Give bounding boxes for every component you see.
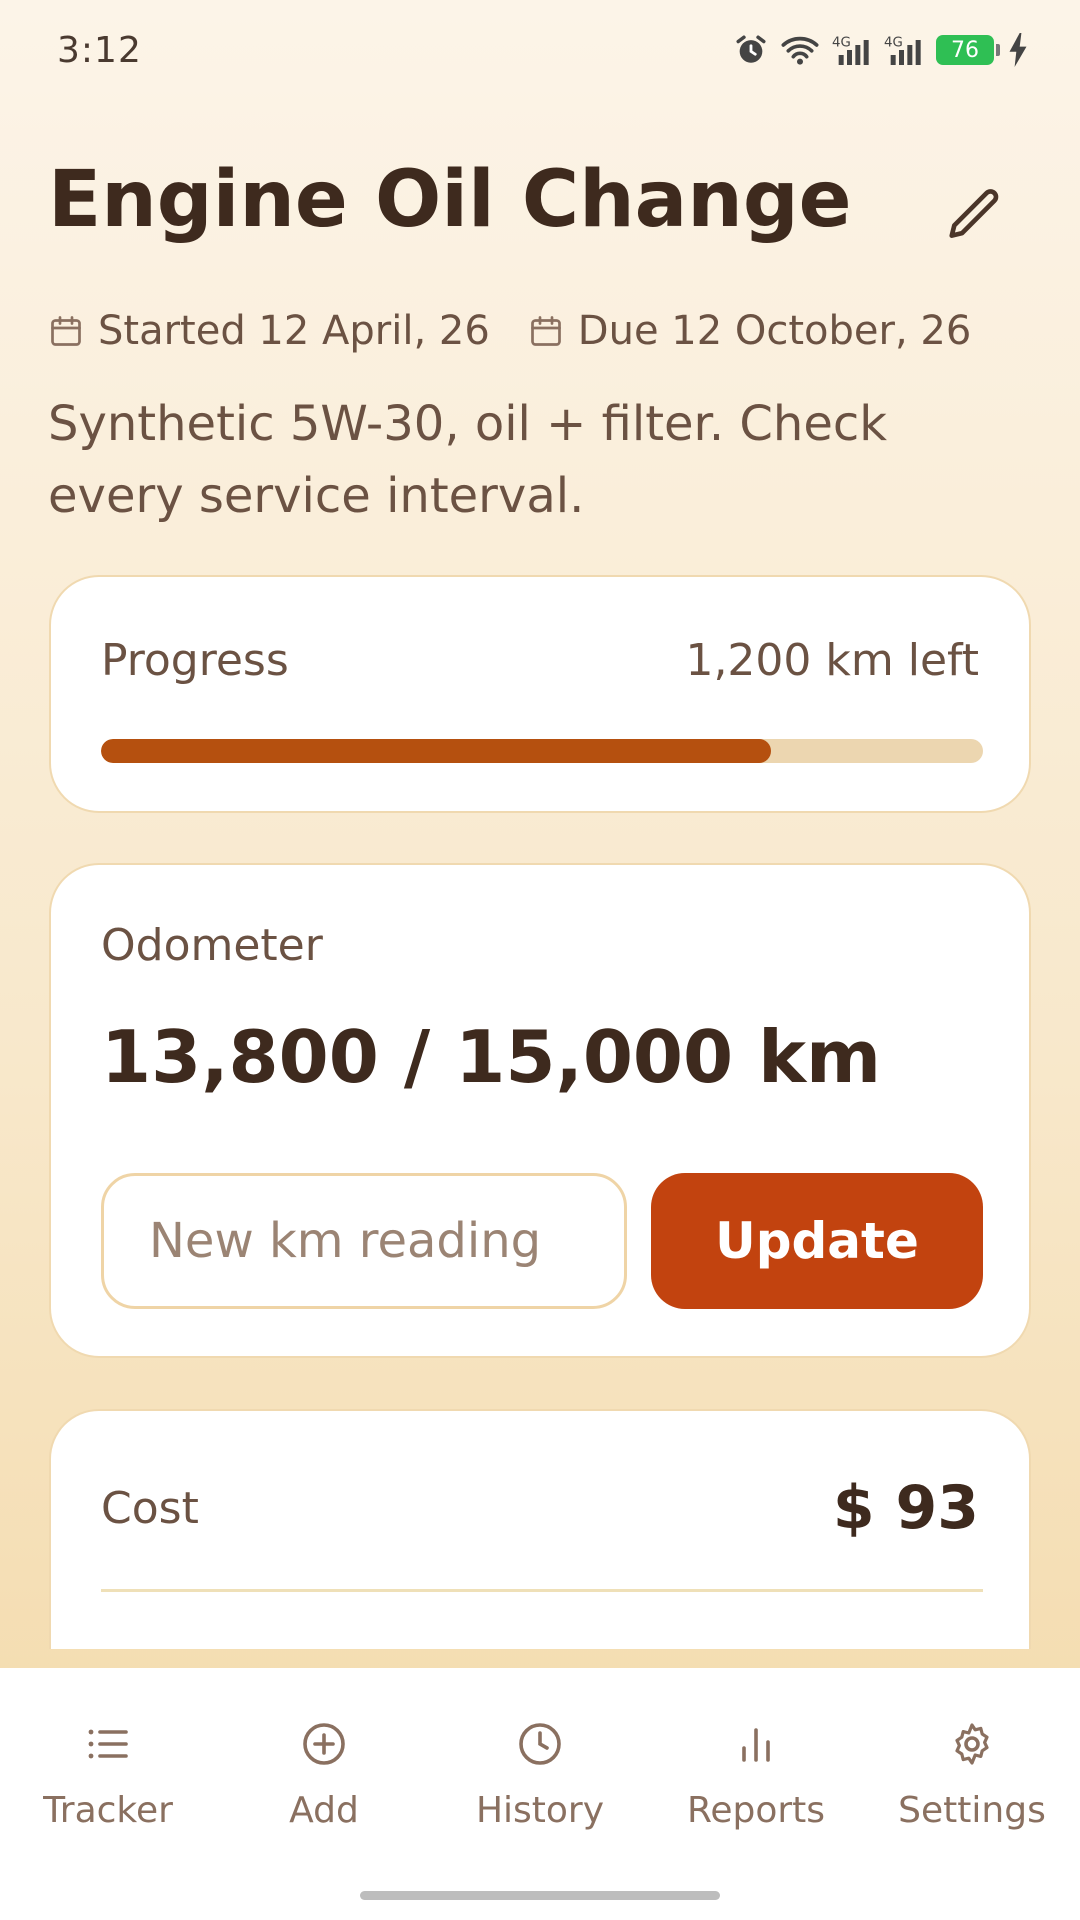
due-date: Due 12 October, 26 <box>528 308 972 354</box>
bottom-nav: Tracker Add History Reports Settings <box>0 1668 1080 1920</box>
cost-row: Cost $ 93 <box>101 1473 979 1543</box>
nav-label: Tracker <box>43 1790 173 1831</box>
update-button[interactable]: Update <box>651 1173 983 1309</box>
charging-bolt-icon <box>1006 33 1030 67</box>
progress-bar <box>101 739 983 763</box>
start-date-label: Started 12 April, 26 <box>98 308 490 354</box>
calendar-icon <box>51 316 81 346</box>
network-type-label: 4G <box>832 36 851 51</box>
nav-item-history[interactable]: History <box>432 1668 648 1920</box>
date-row: Started 12 April, 26 Due 12 October, 26 <box>48 308 971 354</box>
alarm-icon <box>734 33 768 67</box>
network-type-label: 4G <box>884 36 903 51</box>
status-icons: 4G 4G 76 <box>734 33 1030 67</box>
cost-card: Cost $ 93 <box>49 1409 1031 1649</box>
list-icon <box>88 1729 128 1759</box>
cost-value: $ 93 <box>832 1473 979 1543</box>
cell-signal-icon: 4G <box>832 33 872 67</box>
nav-label: Add <box>289 1790 359 1831</box>
nav-label: Settings <box>898 1790 1046 1831</box>
progress-bar-fill <box>101 739 772 763</box>
km-left-text: 1,200 km left <box>685 635 979 686</box>
gear-icon <box>955 1723 989 1765</box>
calendar-icon <box>530 316 561 346</box>
task-description: Synthetic 5W-30, oil + filter. Check eve… <box>48 396 888 524</box>
nav-label: Reports <box>686 1790 826 1831</box>
bar-chart-icon <box>742 1728 770 1762</box>
nav-item-settings[interactable]: Settings <box>864 1668 1080 1920</box>
odometer-card: Odometer 13,800 / 15,000 km Update <box>49 863 1031 1358</box>
home-indicator[interactable] <box>360 1891 720 1900</box>
cost-label: Cost <box>101 1482 199 1534</box>
km-reading-input[interactable] <box>101 1173 627 1309</box>
status-time: 3:12 <box>57 29 142 71</box>
plus-circle-icon <box>303 1723 345 1765</box>
divider <box>101 1589 983 1592</box>
nav-item-reports[interactable]: Reports <box>648 1668 864 1920</box>
cell-signal-icon: 4G <box>884 33 924 67</box>
due-date-label: Due 12 October, 26 <box>577 308 972 354</box>
page-title: Engine Oil Change <box>48 155 852 245</box>
battery-icon: 76 <box>936 35 1000 65</box>
odometer-value: 13,800 / 15,000 km <box>101 1015 882 1099</box>
status-bar: 3:12 4G 4G 76 <box>0 0 1080 100</box>
edit-button[interactable] <box>940 180 1010 250</box>
progress-header: Progress 1,200 km left <box>101 635 979 686</box>
start-date: Started 12 April, 26 <box>48 308 490 354</box>
odometer-label: Odometer <box>101 920 323 971</box>
pencil-icon <box>949 189 999 238</box>
progress-card: Progress 1,200 km left <box>49 575 1031 813</box>
clock-icon <box>519 1723 561 1765</box>
nav-label: History <box>475 1790 605 1831</box>
progress-label: Progress <box>101 635 289 686</box>
nav-item-tracker[interactable]: Tracker <box>0 1668 216 1920</box>
wifi-icon <box>780 33 820 67</box>
nav-item-add[interactable]: Add <box>216 1668 432 1920</box>
